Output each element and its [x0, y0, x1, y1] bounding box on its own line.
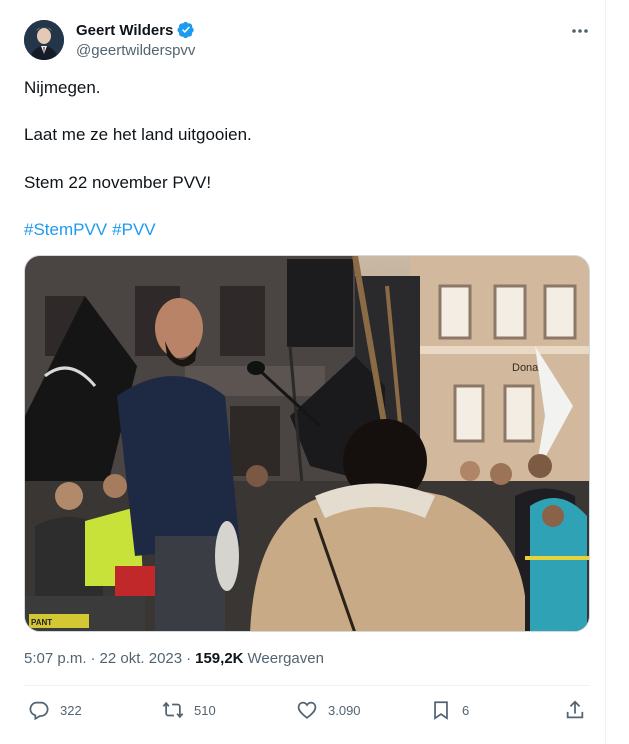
more-icon — [572, 29, 588, 33]
reply-icon — [29, 701, 49, 721]
meta-separator: · — [90, 650, 96, 667]
more-button[interactable] — [566, 20, 594, 42]
tweet-card: Geert Wilders @geertwilderspvv Nijmegen.… — [0, 0, 606, 744]
tweet-time[interactable]: 5:07 p.m. — [24, 650, 87, 667]
author-name-row[interactable]: Geert Wilders — [76, 21, 195, 39]
author-name[interactable]: Geert Wilders — [76, 22, 173, 39]
hashtags: #StemPVV #PVV — [24, 220, 156, 240]
tweet-date[interactable]: 22 okt. 2023 — [100, 650, 183, 667]
like-icon — [297, 701, 317, 719]
tweet-text-line: Stem 22 november PVV! — [24, 173, 212, 192]
tweet-meta: 5:07 p.m. · 22 okt. 2023 · 159,2K Weerga… — [24, 650, 324, 667]
avatar[interactable] — [24, 20, 64, 60]
hashtag-link[interactable]: #StemPVV — [24, 220, 107, 240]
repost-icon — [162, 701, 184, 719]
like-button[interactable]: 3.090 — [296, 696, 361, 724]
views-count: 159,2K — [195, 650, 244, 667]
tweet-text-line: Laat me ze het land uitgooien. — [24, 125, 252, 144]
reply-button[interactable]: 322 — [28, 696, 82, 724]
verified-badge-icon — [177, 21, 195, 39]
share-button[interactable] — [564, 696, 586, 724]
bookmark-count: 6 — [462, 702, 470, 718]
action-bar: 322 510 3.090 6 — [24, 696, 590, 724]
repost-button[interactable]: 510 — [162, 696, 216, 724]
views-label: Weergaven — [247, 650, 324, 667]
share-icon — [566, 700, 584, 719]
rally-photo: Donak PANT — [25, 256, 589, 631]
tweet-text-line: Nijmegen. — [24, 78, 101, 97]
avatar-image — [24, 20, 64, 60]
tweet-photo[interactable]: Donak PANT — [24, 255, 590, 632]
author-handle[interactable]: @geertwilderspvv — [76, 42, 195, 59]
divider — [24, 685, 590, 686]
like-count: 3.090 — [328, 702, 361, 718]
bookmark-button[interactable]: 6 — [430, 696, 469, 724]
repost-count: 510 — [194, 702, 216, 718]
meta-separator: · — [186, 650, 192, 667]
bookmark-icon — [434, 701, 448, 720]
reply-count: 322 — [60, 702, 82, 718]
banner-text: PANT — [31, 618, 52, 627]
hashtag-link[interactable]: #PVV — [112, 220, 155, 240]
